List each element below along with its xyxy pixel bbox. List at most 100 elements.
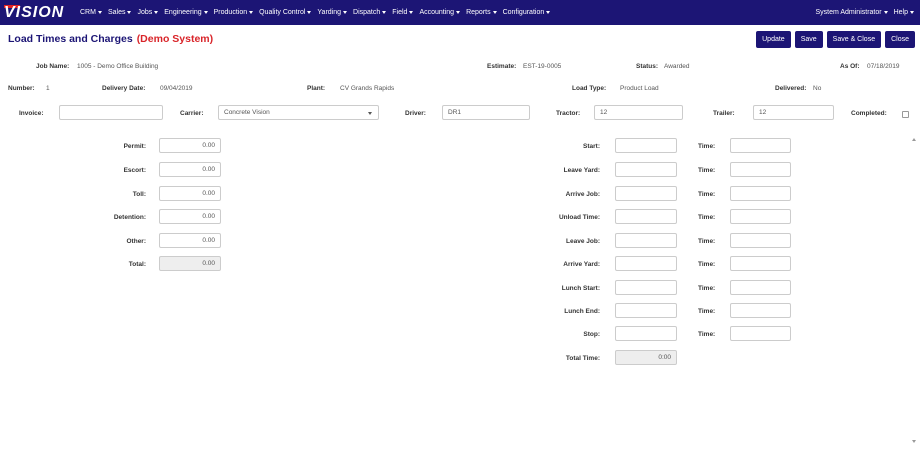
menu-production[interactable]: Production [213,9,254,16]
save-button[interactable]: Save [794,31,823,48]
user-menu-area: System Administrator Help [809,0,914,25]
menu-field[interactable]: Field [392,9,414,16]
other-input[interactable]: 0.00 [159,233,221,248]
caret-down-icon [883,11,888,14]
carrier-label: Carrier: [180,110,204,117]
total-label: Total: [128,261,146,268]
driver-input[interactable]: DR1 [442,105,530,120]
content-scrollbar[interactable] [910,136,918,445]
lunch-end-time-input[interactable] [730,303,791,318]
detention-input[interactable]: 0.00 [159,209,221,224]
caret-down-icon [546,11,551,14]
arrive-yard-date-input[interactable] [615,256,677,271]
close-button[interactable]: Close [885,31,915,48]
demo-system-label: (Demo System) [136,33,214,45]
tractor-input[interactable]: 12 [594,105,683,120]
leave-job-date-input[interactable] [615,233,677,248]
stop-time-label: Time: [698,331,716,338]
status-label: Status: [636,63,659,70]
menu-label: Field [392,9,408,16]
stop-date-input[interactable] [615,326,677,341]
lunch-start-time-label: Time: [698,285,716,292]
menu-crm[interactable]: CRM [80,9,102,16]
escort-label: Escort: [123,167,146,174]
start-date-input[interactable] [615,138,677,153]
menu-label: Quality Control [259,9,306,16]
as-of-label: As Of: [840,63,860,70]
leave-job-time-input[interactable] [730,233,791,248]
caret-down-icon [249,11,254,14]
start-time-input[interactable] [730,138,791,153]
menu-reports[interactable]: Reports [466,9,497,16]
lunch-end-label: Lunch End: [564,308,600,315]
menu-engineering[interactable]: Engineering [164,9,208,16]
carrier-selected-value: Concrete Vision [224,109,270,116]
total-time-label: Total Time: [565,355,600,362]
help-menu[interactable]: Help [894,9,914,16]
scroll-down-icon[interactable] [912,440,916,443]
leave-yard-time-input[interactable] [730,162,791,177]
user-menu[interactable]: System Administrator [815,9,888,16]
menu-label: Yarding [317,9,342,16]
invoice-input[interactable] [59,105,163,120]
toll-label: Toll: [132,191,146,198]
caret-down-icon [382,11,387,14]
caret-down-icon [203,11,208,14]
lunch-end-date-input[interactable] [615,303,677,318]
caret-down-icon [456,11,461,14]
caret-down-icon [910,11,914,14]
other-label: Other: [126,238,147,245]
trailer-input[interactable]: 12 [753,105,834,120]
lunch-start-time-input[interactable] [730,280,791,295]
permit-label: Permit: [123,143,146,150]
total-time-value: 0:00 [615,350,677,365]
arrive-job-date-input[interactable] [615,186,677,201]
arrive-job-time-input[interactable] [730,186,791,201]
caret-down-icon [409,11,414,14]
as-of-value: 07/18/2019 [867,63,900,70]
leave-yard-label: Leave Yard: [563,167,600,174]
menu-label: CRM [80,9,96,16]
main-menu: CRM Sales Jobs Engineering Production Qu… [80,0,556,25]
start-time-label: Time: [698,143,716,150]
menu-dispatch[interactable]: Dispatch [353,9,387,16]
leave-job-time-label: Time: [698,238,716,245]
status-value: Awarded [664,63,690,70]
caret-down-icon [343,11,348,14]
vision-logo[interactable]: VISION [4,4,70,21]
unload-date-input[interactable] [615,209,677,224]
trailer-label: Trailer: [713,110,735,117]
estimate-value: EST-19-0005 [523,63,562,70]
start-label: Start: [583,143,600,150]
number-label: Number: [8,85,35,92]
menu-accounting[interactable]: Accounting [419,9,461,16]
stop-time-input[interactable] [730,326,791,341]
help-label: Help [893,9,908,16]
toll-input[interactable]: 0.00 [159,186,221,201]
load-type-label: Load Type: [572,85,607,92]
menu-sales[interactable]: Sales [108,9,132,16]
save-and-close-button[interactable]: Save & Close [826,31,882,48]
leave-yard-date-input[interactable] [615,162,677,177]
menu-quality-control[interactable]: Quality Control [259,9,312,16]
lunch-start-label: Lunch Start: [561,285,600,292]
menu-label: Production [213,9,248,16]
completed-checkbox[interactable] [902,111,909,118]
top-nav-bar: VISION CRM Sales Jobs Engineering Produc… [0,0,920,25]
update-button[interactable]: Update [756,31,791,48]
carrier-select[interactable]: Concrete Vision [218,105,379,120]
menu-configuration[interactable]: Configuration [503,9,551,16]
unload-time-input[interactable] [730,209,791,224]
caret-down-icon [127,11,132,14]
escort-input[interactable]: 0.00 [159,162,221,177]
permit-input[interactable]: 0.00 [159,138,221,153]
page-title-text: Load Times and Charges [8,33,133,45]
lunch-start-date-input[interactable] [615,280,677,295]
arrive-yard-time-input[interactable] [730,256,791,271]
menu-yarding[interactable]: Yarding [317,9,348,16]
total-value: 0.00 [159,256,221,271]
scroll-up-icon[interactable] [912,138,916,141]
menu-jobs[interactable]: Jobs [137,9,159,16]
leave-job-label: Leave Job: [566,238,600,245]
caret-down-icon [307,11,312,14]
